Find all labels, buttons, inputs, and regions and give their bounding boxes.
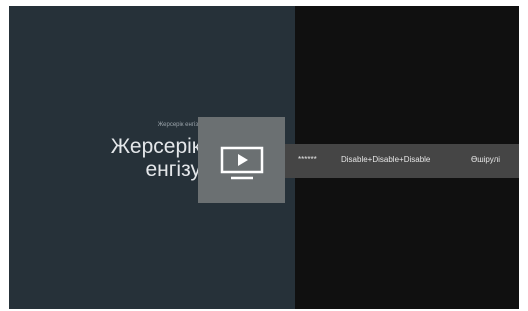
page-title-line-2: енгізу (145, 158, 202, 181)
settings-row[interactable]: ****** Disable+Disable+Disable Өшірулі (285, 144, 519, 178)
tv-screen: Жерсерік енгізу Жерсерік енгізу ****** D… (9, 6, 519, 309)
off-setting[interactable]: Өшірулі (471, 155, 500, 164)
breadcrumb: Жерсерік енгізу (157, 122, 201, 128)
disable-setting[interactable]: Disable+Disable+Disable (341, 155, 430, 164)
input-source-card[interactable] (198, 117, 285, 203)
page-title: Жерсерік енгізу (61, 135, 201, 181)
page-title-line-1: Жерсерік (110, 135, 201, 158)
tv-play-icon (220, 146, 264, 180)
pin-setting[interactable]: ****** (298, 155, 317, 164)
